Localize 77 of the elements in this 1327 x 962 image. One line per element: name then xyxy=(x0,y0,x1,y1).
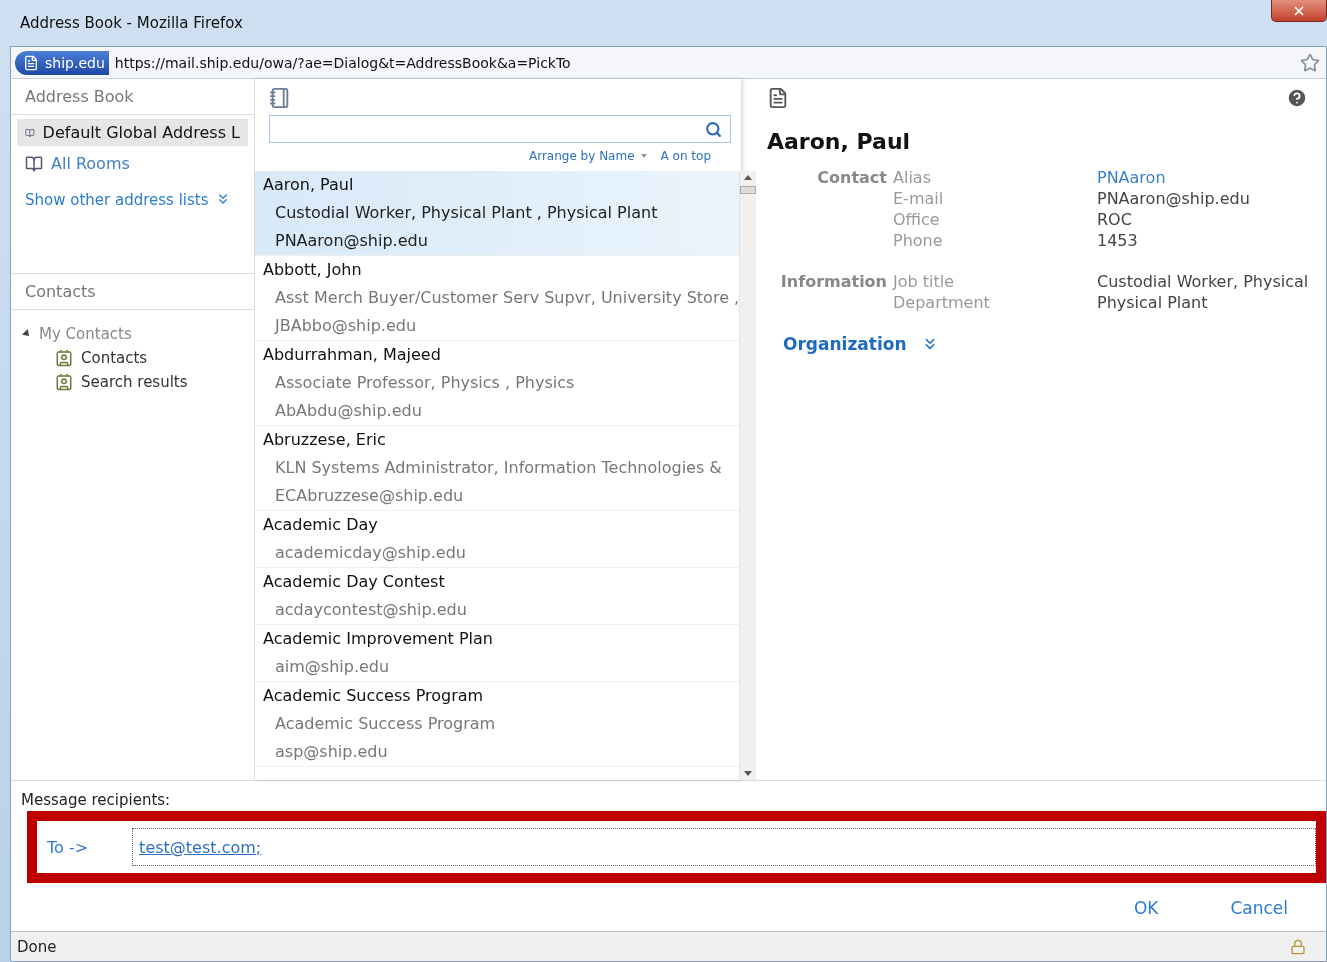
star-icon[interactable] xyxy=(1300,52,1320,73)
close-button[interactable] xyxy=(1271,0,1327,22)
field-value: 1453 xyxy=(1097,231,1139,250)
contact-name: Academic Day Contest xyxy=(262,571,446,593)
cancel-button[interactable]: Cancel xyxy=(1224,897,1294,919)
sort-order-button[interactable]: A on top xyxy=(660,149,711,163)
section-heading: Information xyxy=(779,272,888,291)
status-text: Done xyxy=(17,937,57,956)
tree-folder-label[interactable]: My Contacts xyxy=(39,325,132,343)
book-icon xyxy=(25,154,43,173)
contact-name: Academic Success Program xyxy=(262,685,485,707)
address-list-item[interactable]: All Rooms xyxy=(17,150,248,177)
address-list-label: Default Global Address L xyxy=(42,123,240,142)
contact-name: Abdurrahman, Majeed xyxy=(262,344,442,366)
contact-name: Abbott, John xyxy=(262,259,363,281)
contact-detail-line: JBAbbo@ship.edu xyxy=(273,315,418,337)
document-icon[interactable] xyxy=(767,87,789,109)
contact-name: Aaron, Paul xyxy=(262,174,355,196)
arrange-by-dropdown[interactable]: Arrange by Name xyxy=(528,149,647,163)
contact-name: Academic Day xyxy=(262,514,379,536)
contact-card-icon xyxy=(55,349,73,367)
site-identity-button[interactable]: ship.edu xyxy=(15,50,109,75)
tree-folder-label[interactable]: Search results xyxy=(81,373,188,391)
section-heading: Contact xyxy=(816,168,888,187)
contact-name: Academic Improvement Plan xyxy=(262,628,494,650)
search-field[interactable] xyxy=(269,115,731,143)
contact-detail-line: Asst Merch Buyer/Customer Serv Supvr, University Store , xyxy=(274,287,740,309)
field-label: Department xyxy=(893,293,991,312)
list-view-icon[interactable] xyxy=(269,87,291,109)
ok-button[interactable]: OK xyxy=(1127,897,1165,919)
contact-detail-line: Associate Professor, Physics , Physics xyxy=(274,372,576,394)
contact-detail-line: aim@ship.edu xyxy=(274,656,391,678)
help-icon[interactable] xyxy=(1286,87,1309,109)
lock-icon xyxy=(1290,938,1306,955)
field-label: E-mail xyxy=(893,189,945,208)
recipient-link[interactable]: test@test.com; xyxy=(139,837,262,857)
address-list-item[interactable]: Default Global Address L xyxy=(17,119,248,146)
contact-detail-line: asp@ship.edu xyxy=(274,741,389,763)
address-book-heading: Address Book xyxy=(11,79,254,115)
field-label: Office xyxy=(893,210,941,229)
contact-detail-line: PNAaron@ship.edu xyxy=(274,230,429,252)
field-value: ROC xyxy=(1097,210,1133,229)
address-list-label: All Rooms xyxy=(51,154,130,173)
field-value: PNAaron@ship.edu xyxy=(1097,189,1251,208)
tree-folder-label[interactable]: Contacts xyxy=(81,349,148,367)
scroll-up-icon[interactable] xyxy=(744,175,753,180)
contacts-heading: Contacts xyxy=(11,273,254,310)
contact-detail-line: acdaycontest@ship.edu xyxy=(274,599,468,621)
url-text[interactable]: https://mail.ship.edu/owa/?ae=Dialog&t=AddressBook&a=PickTo xyxy=(114,54,1294,71)
contact-detail-line: Custodial Worker, Physical Plant , Physical Plant xyxy=(274,202,659,224)
dropdown-caret-icon xyxy=(640,154,647,158)
alias-link[interactable]: PNAaron xyxy=(1097,168,1309,187)
scroll-thumb[interactable] xyxy=(740,186,757,194)
window-title: Address Book - Mozilla Firefox xyxy=(20,14,243,32)
field-label: Phone xyxy=(893,231,944,250)
field-label: Alias xyxy=(893,168,932,187)
page-icon xyxy=(23,54,39,71)
field-value: Custodial Worker, Physical xyxy=(1097,272,1309,291)
field-label: Job title xyxy=(893,272,956,291)
scroll-down-icon[interactable] xyxy=(744,771,753,776)
to-button[interactable]: To -> xyxy=(47,837,89,857)
field-value: Physical Plant xyxy=(1097,293,1209,312)
contact-detail-line: academicday@ship.edu xyxy=(274,542,467,564)
contact-name: Abruzzese, Eric xyxy=(262,429,387,451)
organization-toggle[interactable]: Organization xyxy=(783,334,907,354)
contact-detail-line: AbAbdu@ship.edu xyxy=(274,400,423,422)
recipients-field[interactable]: test@test.com; xyxy=(132,828,1316,866)
contact-list-item[interactable]: Aaron, Paul Custodial Worker, Physical Plant , Physical Plant PNAaron@ship.edu xyxy=(255,171,740,256)
scrollbar[interactable] xyxy=(739,171,757,780)
show-other-lists-link[interactable]: Show other address lists xyxy=(25,191,209,209)
contact-card-icon xyxy=(55,373,73,391)
search-icon[interactable] xyxy=(705,120,722,138)
contact-name-heading: Aaron, Paul xyxy=(767,129,912,154)
contact-detail-line: ECAbruzzese@ship.edu xyxy=(274,485,465,507)
contact-detail-line: Academic Success Program xyxy=(274,713,497,735)
recipients-label: Message recipients: xyxy=(21,791,172,809)
contact-detail-line: KLN Systems Administrator, Information Technologies & xyxy=(274,457,723,479)
